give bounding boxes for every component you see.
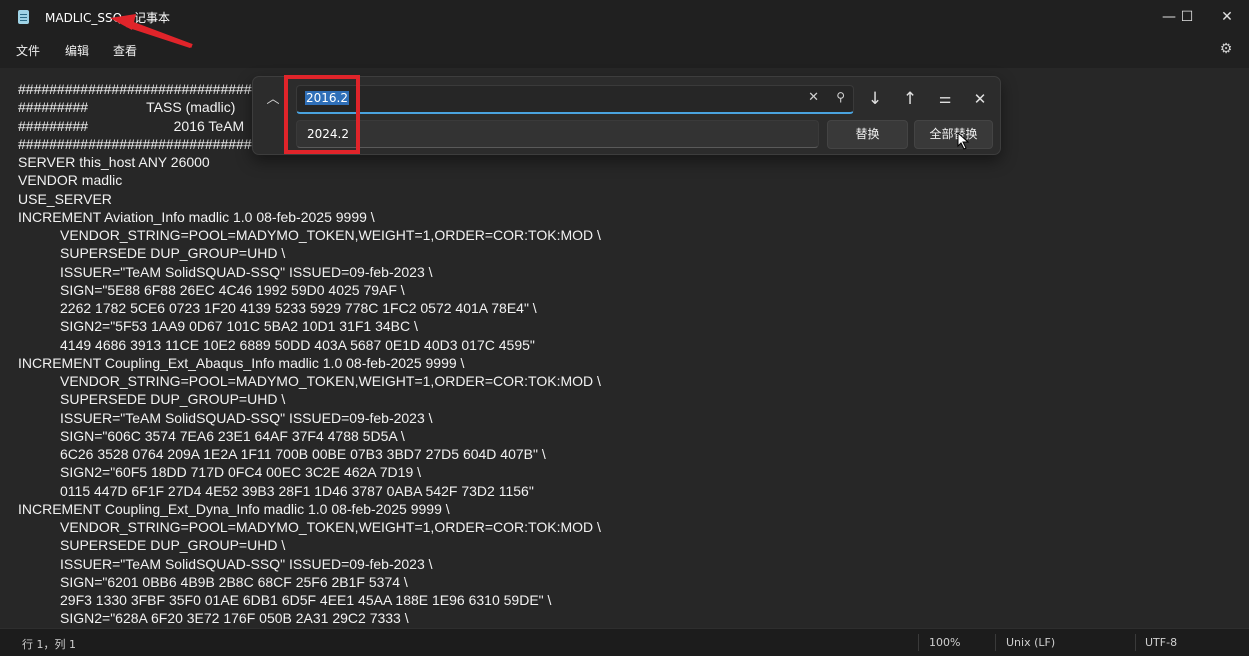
maximize-button[interactable]: ☐ (1167, 4, 1207, 30)
highlight-box (284, 75, 360, 154)
text-line: SUPERSEDE DUP_GROUP=UHD \ (60, 391, 286, 408)
zoom-level: 100% (929, 636, 961, 649)
search-icon[interactable]: ⚲ (836, 90, 845, 104)
find-input[interactable]: 2016.2 ✕ ⚲ (296, 85, 854, 114)
text-line: VENDOR madlic (18, 172, 123, 189)
gear-icon[interactable]: ⚙ (1217, 40, 1235, 58)
chevron-up-icon[interactable]: ︿ (264, 91, 282, 109)
close-window-button[interactable]: ✕ (1207, 4, 1247, 30)
text-line: SUPERSEDE DUP_GROUP=UHD \ (60, 245, 286, 262)
text-line: VENDOR_STRING=POOL=MADYMO_TOKEN,WEIGHT=1… (60, 519, 601, 535)
text-line: SUPERSEDE DUP_GROUP=UHD \ (60, 537, 286, 554)
text-line: 0115 447D 6F1F 27D4 4E52 39B3 28F1 1D46 … (60, 482, 534, 499)
status-divider (1135, 634, 1136, 651)
mouse-cursor-icon (957, 132, 970, 150)
text-line: INCREMENT Coupling_Ext_Dyna_Info madlic … (18, 500, 450, 517)
status-divider (918, 634, 919, 651)
text-line: SIGN="606C 3574 7EA6 23E1 64AF 37F4 4788… (60, 427, 405, 444)
text-line: 6C26 3528 0764 209A 1E2A 1F11 700B 00BE … (60, 446, 546, 462)
text-line: VENDOR_STRING=POOL=MADYMO_TOKEN,WEIGHT=1… (60, 373, 601, 389)
text-line: SERVER this_host ANY 26000 (18, 154, 210, 170)
status-bar: 行 1，列 1 100% Unix (LF) UTF-8 (0, 628, 1249, 656)
replace-all-button[interactable]: 全部替换 (914, 120, 993, 149)
arrow-down-icon[interactable]: ↓ (864, 88, 886, 110)
cursor-position: 行 1，列 1 (22, 638, 76, 651)
text-line: ISSUER="TeAM SolidSQUAD-SSQ" ISSUED=09-f… (60, 555, 433, 572)
close-icon[interactable]: ✕ (969, 88, 991, 110)
text-line: SIGN2="60F5 18DD 717D 0FC4 00EC 3C2E 462… (60, 464, 422, 481)
text-line: 2262 1782 5CE6 0723 1F20 4139 5233 5929 … (60, 300, 537, 316)
text-line: USE_SERVER (18, 190, 112, 207)
editor-content: ########################################… (18, 80, 601, 628)
text-line: ISSUER="TeAM SolidSQUAD-SSQ" ISSUED=09-f… (60, 263, 433, 280)
text-line: 4149 4686 3913 11CE 10E2 6889 50DD 403A … (60, 336, 535, 353)
status-divider (995, 634, 996, 651)
replace-button[interactable]: 替换 (827, 120, 908, 149)
find-replace-panel: ︿ 2016.2 ✕ ⚲ ↓ ↑ ⚌ ✕ 2024.2 替换 全部替换 (252, 76, 1001, 155)
text-line: SIGN2="5F53 1AA9 0D67 101C 5BA2 10D1 31F… (60, 318, 418, 335)
line-ending: Unix (LF) (1006, 636, 1056, 649)
text-line: 29F3 1330 3FBF 35F0 01AE 6DB1 6D5F 4EE1 … (60, 592, 552, 608)
annotation-arrow-icon (110, 14, 193, 48)
clear-icon[interactable]: ✕ (808, 90, 819, 105)
text-line: INCREMENT Coupling_Ext_Abaqus_Info madli… (18, 354, 465, 371)
text-line: INCREMENT Aviation_Info madlic 1.0 08-fe… (18, 208, 375, 225)
replace-input[interactable]: 2024.2 (296, 120, 819, 148)
sliders-icon[interactable]: ⚌ (934, 88, 956, 110)
arrow-up-icon[interactable]: ↑ (899, 88, 921, 110)
vertical-scrollbar[interactable] (1238, 68, 1249, 628)
text-line: SIGN="6201 0BB6 4B9B 2B8C 68CF 25F6 2B1F… (60, 573, 408, 590)
encoding: UTF-8 (1145, 636, 1178, 649)
text-line: ISSUER="TeAM SolidSQUAD-SSQ" ISSUED=09-f… (60, 409, 433, 426)
text-line: SIGN="5E88 6F88 26EC 4C46 1992 59D0 4025… (60, 281, 405, 298)
text-line: VENDOR_STRING=POOL=MADYMO_TOKEN,WEIGHT=1… (60, 227, 601, 243)
text-line: SIGN2="628A 6F20 3E72 176F 050B 2A31 29C… (60, 610, 409, 627)
